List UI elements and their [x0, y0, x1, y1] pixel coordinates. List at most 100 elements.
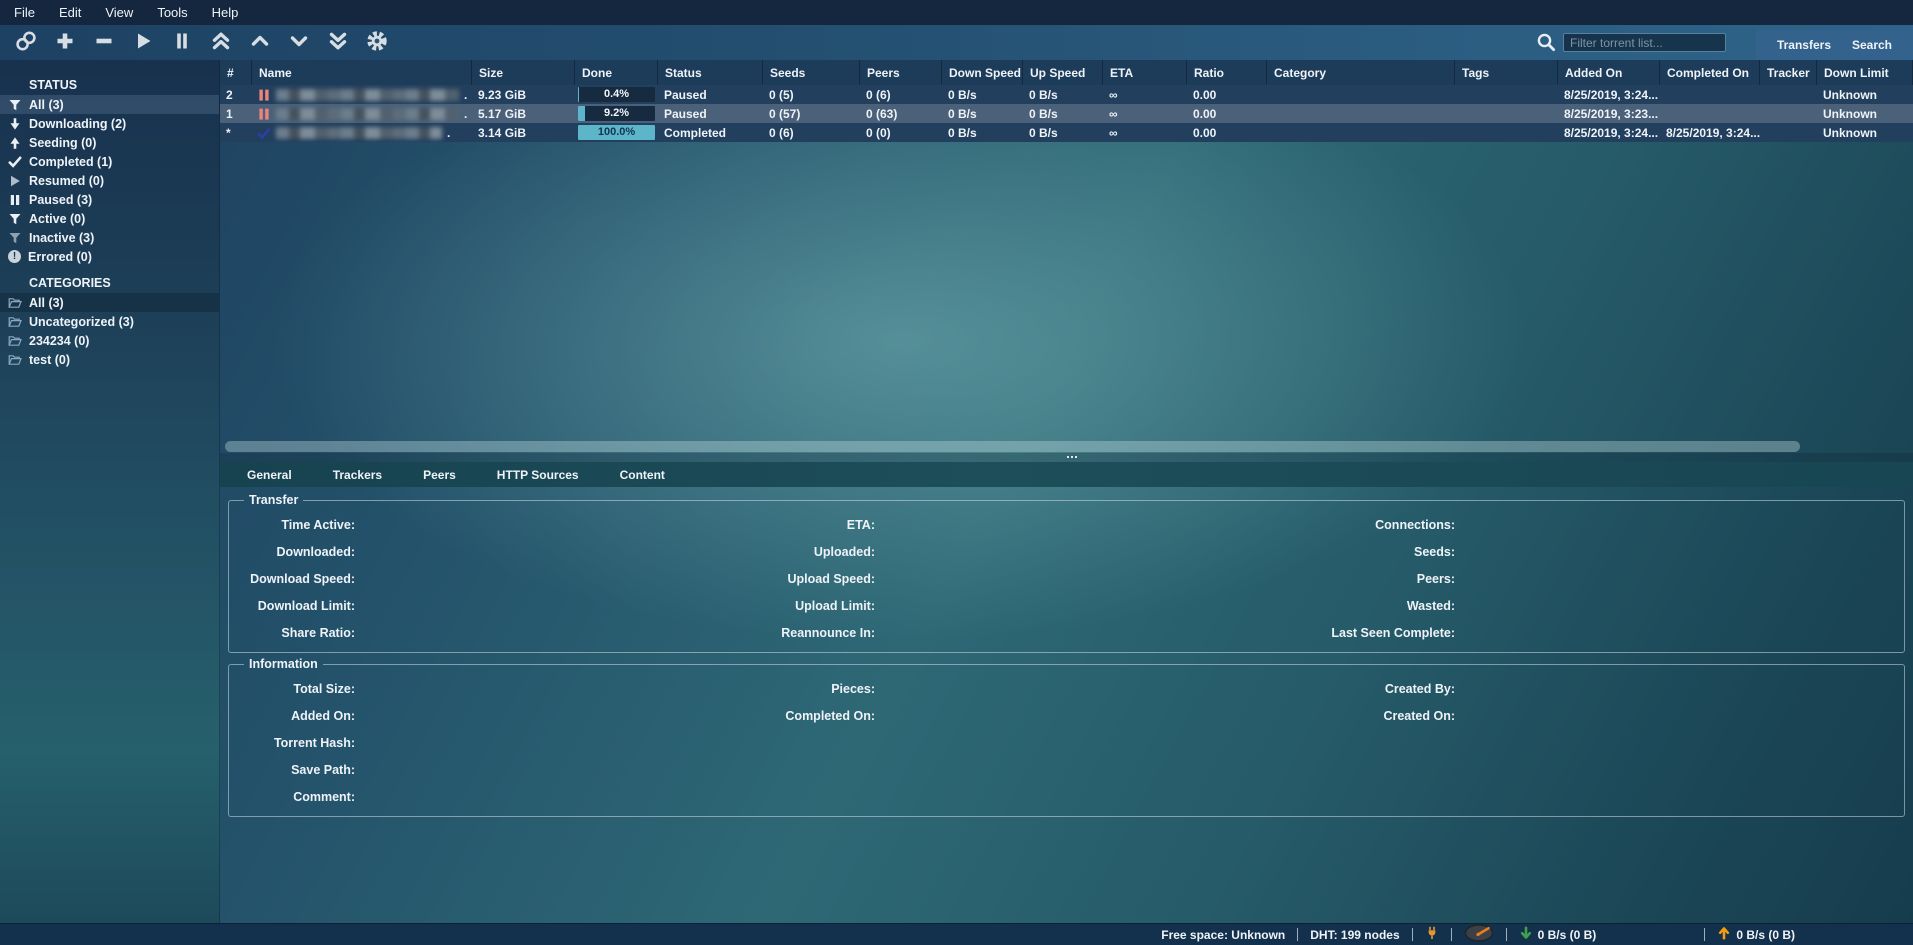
move-top-button[interactable]	[208, 30, 234, 56]
pause-icon	[170, 29, 194, 56]
column-header-down-speed[interactable]: Down Speed	[942, 60, 1023, 85]
cell-ratio: 0.00	[1187, 123, 1267, 142]
move-bottom-button[interactable]	[325, 30, 351, 56]
cell-added-on: 8/25/2019, 3:24...	[1558, 123, 1660, 142]
move-up-button[interactable]	[247, 30, 273, 56]
status-filter-errored-0[interactable]: !Errored (0)	[0, 247, 219, 266]
tab-http-sources[interactable]: HTTP Sources	[497, 468, 579, 482]
column-header-name[interactable]: Name	[252, 60, 472, 85]
column-header-status[interactable]: Status	[658, 60, 763, 85]
information-section-legend: Information	[244, 657, 323, 671]
add-torrent-link-button[interactable]	[13, 30, 39, 56]
status-filter-resumed-0[interactable]: Resumed (0)	[0, 171, 219, 190]
menu-tools[interactable]: Tools	[157, 5, 187, 20]
horizontal-scrollbar[interactable]	[220, 440, 1913, 453]
category-filter-uncategorized-3[interactable]: Uncategorized (3)	[0, 312, 219, 331]
column-header-[interactable]: #	[220, 60, 252, 85]
cell-name: .	[252, 85, 472, 104]
column-header-seeds[interactable]: Seeds	[763, 60, 860, 85]
menu-file[interactable]: File	[14, 5, 35, 20]
menu-bar: File Edit View Tools Help	[0, 0, 1913, 25]
status-filter-inactive-3[interactable]: Inactive (3)	[0, 228, 219, 247]
progress-bar: 100.0%	[578, 125, 655, 140]
transfer-section-grid: Time Active:Downloaded:Download Speed:Do…	[239, 514, 1894, 642]
panel-splitter[interactable]	[220, 453, 1913, 462]
status-filter-seeding-0[interactable]: Seeding (0)	[0, 133, 219, 152]
cell-peers: 0 (63)	[860, 104, 942, 123]
torrent-name-redacted	[276, 127, 442, 139]
column-header-completed-on[interactable]: Completed On	[1660, 60, 1760, 85]
column-header-peers[interactable]: Peers	[860, 60, 942, 85]
progress-bar: 0.4%	[578, 87, 655, 102]
column-header-size[interactable]: Size	[472, 60, 575, 85]
information-section-grid: Total Size:Added On:Torrent Hash:Save Pa…	[239, 678, 1894, 806]
delete-torrent-button[interactable]	[91, 30, 117, 56]
resume-button[interactable]	[130, 30, 156, 56]
column-header-tags[interactable]: Tags	[1455, 60, 1558, 85]
category-filter-all-3[interactable]: All (3)	[0, 293, 219, 312]
statusbar-divider	[1506, 928, 1507, 941]
cell-queue-number: *	[220, 123, 252, 142]
options-button[interactable]	[364, 30, 390, 56]
cell-up-speed: 0 B/s	[1023, 104, 1103, 123]
view-tab-search[interactable]: Search	[1852, 38, 1892, 52]
tab-general[interactable]: General	[247, 468, 292, 482]
menu-view[interactable]: View	[105, 5, 133, 20]
tab-trackers[interactable]: Trackers	[333, 468, 382, 482]
field-label-torrent-hash: Torrent Hash:	[239, 734, 355, 752]
column-header-done[interactable]: Done	[575, 60, 658, 85]
torrent-row[interactable]: *.3.14 GiB100.0%Completed0 (6)0 (0)0 B/s…	[220, 123, 1913, 142]
category-filter-label: 234234 (0)	[29, 334, 89, 348]
status-section-header[interactable]: STATUS	[0, 75, 219, 95]
category-filter-label: test (0)	[29, 353, 70, 367]
status-filter-downloading-2[interactable]: Downloading (2)	[0, 114, 219, 133]
cell-seeds: 0 (6)	[763, 123, 860, 142]
column-header-up-speed[interactable]: Up Speed	[1023, 60, 1103, 85]
column-header-eta[interactable]: ETA	[1103, 60, 1187, 85]
column-header-down-limit[interactable]: Down Limit	[1817, 60, 1913, 85]
status-filter-completed-1[interactable]: Completed (1)	[0, 152, 219, 171]
column-header-added-on[interactable]: Added On	[1558, 60, 1660, 85]
torrent-row[interactable]: 1.5.17 GiB9.2%Paused0 (57)0 (63)0 B/s0 B…	[220, 104, 1913, 123]
folder-icon	[8, 315, 22, 329]
tab-peers[interactable]: Peers	[423, 468, 456, 482]
category-filter-234234-0[interactable]: 234234 (0)	[0, 331, 219, 350]
paused-row-icon	[257, 107, 271, 121]
category-filter-test-0[interactable]: test (0)	[0, 350, 219, 369]
cell-eta: ∞	[1103, 85, 1187, 104]
pause-button[interactable]	[169, 30, 195, 56]
column-header-tracker[interactable]: Tracker	[1760, 60, 1817, 85]
menu-help[interactable]: Help	[212, 5, 239, 20]
cell-tags	[1455, 85, 1558, 104]
cell-eta: ∞	[1103, 104, 1187, 123]
table-empty-area	[220, 142, 1913, 440]
status-filter-paused-3[interactable]: Paused (3)	[0, 190, 219, 209]
column-header-category[interactable]: Category	[1267, 60, 1455, 85]
link-icon	[14, 29, 38, 56]
column-header-ratio[interactable]: Ratio	[1187, 60, 1267, 85]
cell-name: .	[252, 104, 472, 123]
alt-speed-limits-toggle[interactable]	[1464, 924, 1494, 945]
move-down-button[interactable]	[286, 30, 312, 56]
field-label-created-by: Created By:	[239, 680, 1455, 698]
status-filter-active-0[interactable]: Active (0)	[0, 209, 219, 228]
dht-nodes-label: DHT: 199 nodes	[1310, 928, 1399, 942]
add-torrent-file-button[interactable]	[52, 30, 78, 56]
cell-down-speed: 0 B/s	[942, 85, 1023, 104]
torrent-row[interactable]: 2.9.23 GiB0.4%Paused0 (5)0 (6)0 B/s0 B/s…	[220, 85, 1913, 104]
menu-edit[interactable]: Edit	[59, 5, 81, 20]
cell-completed-on	[1660, 104, 1760, 123]
categories-section-header[interactable]: CATEGORIES	[0, 273, 219, 293]
field-label-created-on: Created On:	[239, 707, 1455, 725]
view-tab-transfers[interactable]: Transfers	[1777, 38, 1831, 52]
download-speed-status: 0 B/s (0 B)	[1519, 926, 1597, 943]
filter-torrent-input[interactable]	[1563, 33, 1726, 52]
cell-tracker	[1760, 123, 1817, 142]
scrollbar-thumb[interactable]	[225, 441, 1800, 452]
status-filter-all-3[interactable]: All (3)	[0, 95, 219, 114]
status-filter-label: Seeding (0)	[29, 136, 96, 150]
category-filter-label: All (3)	[29, 296, 64, 310]
tab-content[interactable]: Content	[620, 468, 665, 482]
qbittorrent-webui: File Edit View Tools Help Transfers Search ST…	[0, 0, 1913, 945]
download-arrow-icon	[1519, 926, 1533, 943]
